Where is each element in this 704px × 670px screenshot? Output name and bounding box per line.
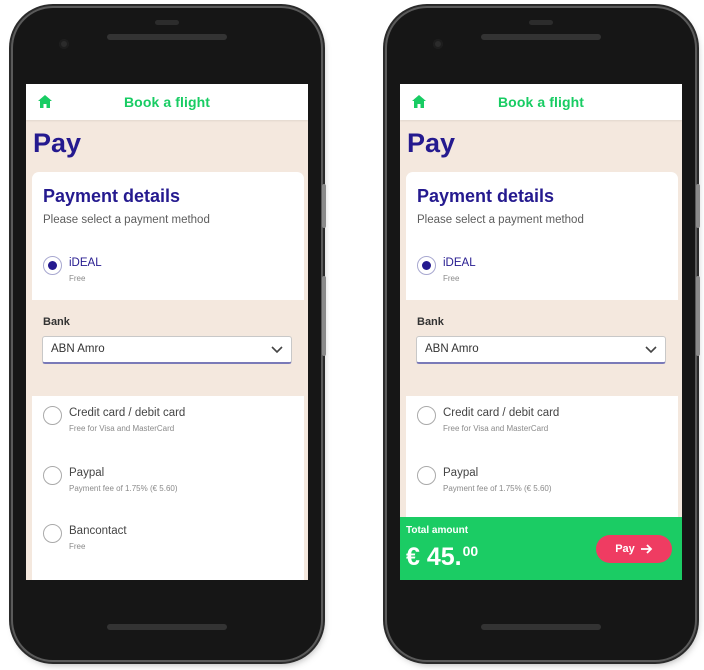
option-sub: Free for Visa and MasterCard	[69, 424, 175, 433]
earpiece-speaker	[107, 34, 227, 40]
home-icon[interactable]	[38, 95, 52, 108]
option-label: iDEAL	[443, 257, 476, 269]
radio-unselected[interactable]	[43, 466, 62, 485]
payment-option-ideal[interactable]: iDEAL Free	[417, 256, 667, 292]
option-sub: Payment fee of 1.75% (€ 5.60)	[443, 484, 552, 493]
card-subtitle: Please select a payment method	[43, 214, 210, 226]
bottom-speaker	[107, 624, 227, 630]
option-sub: Free	[443, 274, 460, 283]
chevron-down-icon	[271, 346, 283, 354]
bank-label: Bank	[417, 316, 444, 328]
page-title: Pay	[33, 128, 82, 158]
bank-panel: Bank ABN Amro	[32, 300, 304, 396]
total-label: Total amount	[406, 525, 469, 536]
option-sub: Free	[69, 542, 86, 551]
bank-select-value: ABN Amro	[425, 343, 479, 355]
radio-unselected[interactable]	[43, 406, 62, 425]
app-screen: Book a flight Pay Payment details Please…	[26, 84, 308, 580]
option-label: Paypal	[69, 467, 105, 479]
option-label: Credit card / debit card	[69, 407, 186, 419]
top-bar: Book a flight	[400, 84, 682, 120]
chevron-down-icon	[645, 346, 657, 354]
total-amount-main: € 45.	[406, 543, 462, 571]
volume-button	[696, 276, 700, 356]
payment-card: Payment details Please select a payment …	[32, 172, 304, 580]
card-title: Payment details	[417, 186, 555, 206]
payment-option-card[interactable]: Credit card / debit card Free for Visa a…	[43, 406, 293, 442]
top-bar: Book a flight	[26, 84, 308, 120]
radio-unselected[interactable]	[43, 524, 62, 543]
pay-button[interactable]: Pay	[596, 535, 672, 563]
payment-option-card[interactable]: Credit card / debit card Free for Visa a…	[417, 406, 667, 442]
card-subtitle: Please select a payment method	[417, 214, 584, 226]
option-sub: Payment fee of 1.75% (€ 5.60)	[69, 484, 178, 493]
sensor	[155, 20, 179, 25]
page-title: Pay	[407, 128, 456, 158]
power-button	[696, 184, 700, 228]
payment-option-paypal[interactable]: Paypal Payment fee of 1.75% (€ 5.60)	[43, 466, 293, 502]
phone-left: Book a flight Pay Payment details Please…	[13, 8, 326, 660]
option-sub: Free	[69, 274, 86, 283]
radio-selected[interactable]	[417, 256, 436, 275]
total-amount: € 45.00	[406, 543, 478, 572]
sensor	[529, 20, 553, 25]
bank-select[interactable]: ABN Amro	[416, 336, 666, 364]
option-sub: Free for Visa and MasterCard	[443, 424, 549, 433]
radio-unselected[interactable]	[417, 466, 436, 485]
bottom-speaker	[481, 624, 601, 630]
topbar-title: Book a flight	[497, 94, 585, 110]
bank-panel: Bank ABN Amro	[406, 300, 678, 396]
pay-button-label: Pay	[615, 543, 635, 555]
option-label: iDEAL	[69, 257, 102, 269]
option-label: Paypal	[443, 467, 479, 479]
option-label: Bancontact	[69, 525, 127, 537]
payment-option-ideal[interactable]: iDEAL Free	[43, 256, 293, 292]
payment-option-bancontact[interactable]: Bancontact Free	[43, 524, 293, 560]
option-label: Credit card / debit card	[443, 407, 560, 419]
bank-select[interactable]: ABN Amro	[42, 336, 292, 364]
arrow-right-icon	[640, 544, 653, 554]
volume-button	[322, 276, 326, 356]
radio-unselected[interactable]	[417, 406, 436, 425]
card-title: Payment details	[43, 186, 181, 206]
home-icon[interactable]	[412, 95, 426, 108]
topbar-title: Book a flight	[123, 94, 211, 110]
total-amount-bar: Total amount € 45.00 Pay	[400, 517, 682, 580]
front-camera	[59, 39, 69, 49]
earpiece-speaker	[481, 34, 601, 40]
phone-right: Book a flight Pay Payment details Please…	[387, 8, 700, 660]
app-screen: Book a flight Pay Payment details Please…	[400, 84, 682, 580]
bank-select-value: ABN Amro	[51, 343, 105, 355]
power-button	[322, 184, 326, 228]
total-amount-cents: 00	[462, 543, 479, 559]
bank-label: Bank	[43, 316, 70, 328]
payment-option-paypal[interactable]: Paypal Payment fee of 1.75% (€ 5.60)	[417, 466, 667, 502]
front-camera	[433, 39, 443, 49]
radio-selected[interactable]	[43, 256, 62, 275]
